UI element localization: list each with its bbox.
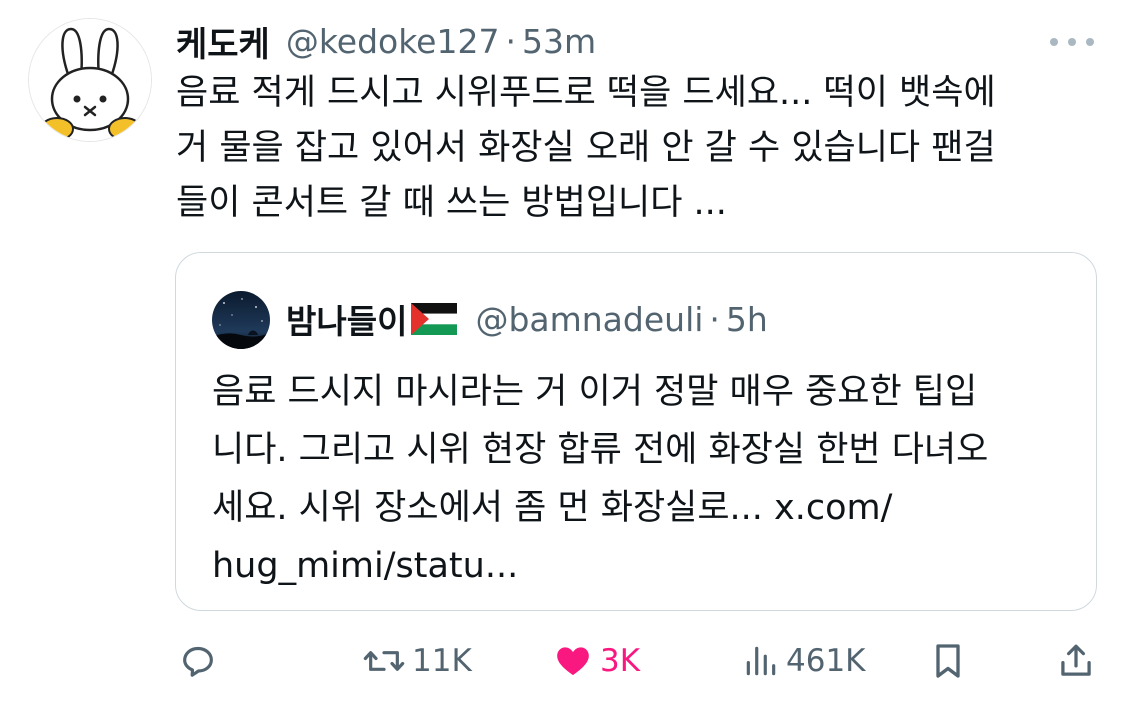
views-icon [746,646,776,676]
tweet-text-line: 음료 적게 드시고 시위푸드로 떡을 드세요... 떡이 뱃속에 [176,73,996,113]
views-button[interactable]: 461K [742,636,866,686]
quoted-text-line: hug_mimi/statu... [212,546,519,586]
tweet-text-line: 들이 콘서트 갈 때 쓰는 방법입니다 ... [176,183,727,223]
quoted-header: 밤나들이 @bamnadeuli · 5h [286,293,768,345]
more-options-icon[interactable] [1050,30,1094,54]
bookmark-button[interactable] [930,636,966,686]
tweet-text: 음료 적게 드시고 시위푸드로 떡을 드세요... 떡이 뱃속에 거 물을 잡고… [176,66,1086,231]
share-icon [1061,644,1091,676]
quoted-timestamp[interactable]: 5h [726,300,768,339]
tweet-text-line: 거 물을 잡고 있어서 화장실 오래 안 갈 수 있습니다 팬걸 [176,128,996,168]
retweet-button[interactable]: 11K [362,636,472,686]
tweet: 케도케 @kedoke127 · 53m 음료 적게 드시고 시위푸드로 떡을 … [0,0,1125,701]
views-count: 461K [786,643,866,679]
tweet-header: 케도케 @kedoke127 · 53m [176,16,596,66]
palestine-flag-icon [411,303,458,335]
retweet-count: 11K [412,643,472,679]
quoted-display-name[interactable]: 밤나들이 [286,295,407,343]
author-display-name[interactable]: 케도케 [176,17,270,66]
more-dot [1068,38,1076,46]
heart-icon [557,647,589,676]
quoted-text-line: 니다. 그리고 시위 현장 합류 전에 화장실 한번 다녀오 [212,430,989,470]
quoted-separator: · [709,299,720,339]
quoted-avatar[interactable] [212,291,270,349]
author-handle[interactable]: @kedoke127 [286,22,500,61]
action-bar: 11K 3K 461K [0,636,1125,686]
quoted-handle[interactable]: @bamnadeuli [475,300,703,339]
more-dot [1050,38,1058,46]
quoted-text: 음료 드시지 마시라는 거 이거 정말 매우 중요한 팁입 니다. 그리고 시위… [212,363,1072,595]
avatar[interactable] [28,18,152,142]
tweet-timestamp[interactable]: 53m [522,22,596,61]
bunny-avatar-image [29,19,151,141]
reply-icon [183,646,213,677]
reply-button[interactable] [178,636,218,686]
like-button[interactable]: 3K [552,636,640,686]
quoted-text-line: 세요. 시위 장소에서 좀 먼 화장실로... x.com/ [212,488,893,528]
quoted-text-line: 음료 드시지 마시라는 거 이거 정말 매우 중요한 팁입 [212,372,978,412]
share-button[interactable] [1058,636,1094,686]
retweet-icon [363,651,405,671]
more-dot [1086,38,1094,46]
bookmark-icon [936,644,960,678]
like-count: 3K [600,643,641,679]
quoted-tweet[interactable]: 밤나들이 @bamnadeuli · 5h 음료 드시지 마시라는 거 이거 정… [175,252,1097,611]
header-separator: · [505,21,516,61]
night-sky-avatar-image [212,291,270,349]
